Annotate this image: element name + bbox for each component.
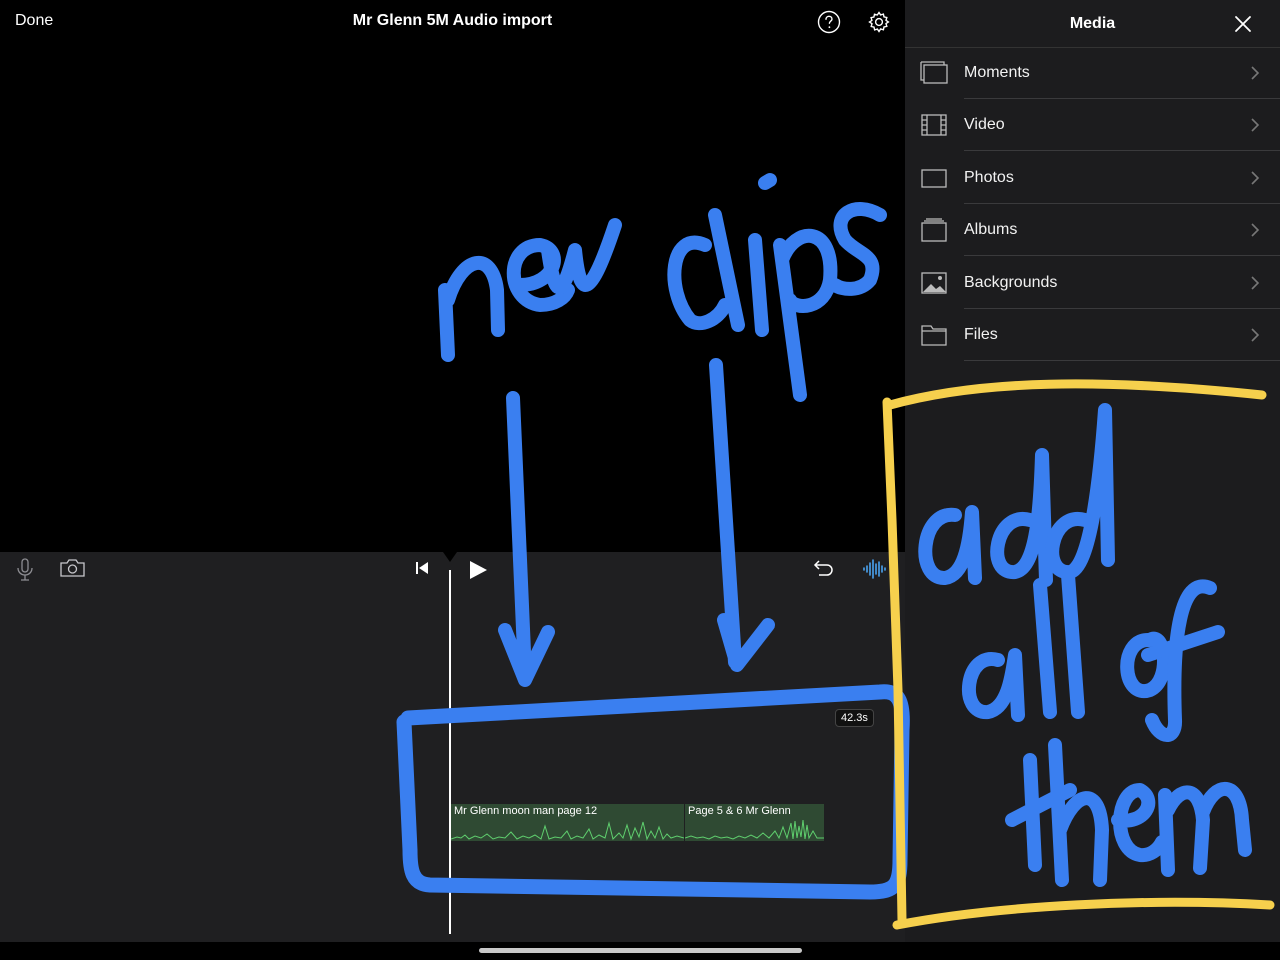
image-icon <box>921 272 947 294</box>
help-icon[interactable] <box>817 10 841 34</box>
home-indicator[interactable] <box>479 948 802 953</box>
media-title: Media <box>1069 15 1116 32</box>
media-item-label: Photos <box>964 169 1014 186</box>
audio-waveform <box>685 819 824 840</box>
clip-label: Page 5 & 6 Mr Glenn <box>688 805 791 817</box>
media-item-backgrounds[interactable]: Backgrounds <box>905 257 1280 309</box>
gear-icon[interactable] <box>867 10 891 34</box>
media-item-label: Albums <box>964 221 1018 238</box>
play-icon[interactable] <box>468 560 488 580</box>
media-item-label: Video <box>964 116 1005 133</box>
moments-icon <box>920 61 948 84</box>
media-item-label: Files <box>964 326 998 343</box>
timeline[interactable]: 42.3s Mr Glenn moon man page 12 Page 5 &… <box>0 552 905 942</box>
video-preview[interactable] <box>0 44 905 552</box>
audio-clip[interactable]: Mr Glenn moon man page 12 <box>451 804 684 841</box>
media-panel: Media Moments Video Photos Albums Backgr… <box>905 0 1280 960</box>
media-item-video[interactable]: Video <box>905 99 1280 151</box>
chevron-right-icon <box>1251 276 1260 290</box>
folder-icon <box>921 325 947 346</box>
media-item-photos[interactable]: Photos <box>905 152 1280 204</box>
media-item-moments[interactable]: Moments <box>905 47 1280 99</box>
microphone-icon[interactable] <box>16 558 34 582</box>
media-item-label: Moments <box>964 64 1030 81</box>
playhead[interactable] <box>449 570 451 934</box>
duration-badge: 42.3s <box>835 709 874 727</box>
undo-icon[interactable] <box>812 559 834 579</box>
close-icon[interactable] <box>1233 14 1253 34</box>
media-item-label: Backgrounds <box>964 274 1058 291</box>
project-title: Mr Glenn 5M Audio import <box>352 12 553 29</box>
chevron-right-icon <box>1251 118 1260 132</box>
camera-icon[interactable] <box>60 558 85 578</box>
chevron-right-icon <box>1251 171 1260 185</box>
clip-label: Mr Glenn moon man page 12 <box>454 805 598 817</box>
film-icon <box>921 114 947 136</box>
top-bar: Done Mr Glenn 5M Audio import <box>0 0 905 44</box>
media-header: Media <box>905 0 1280 48</box>
media-item-files[interactable]: Files <box>905 309 1280 361</box>
chevron-right-icon <box>1251 328 1260 342</box>
skip-to-start-icon[interactable] <box>414 561 430 575</box>
playhead-marker <box>443 552 457 562</box>
audio-waveform <box>451 821 684 841</box>
media-item-albums[interactable]: Albums <box>905 204 1280 256</box>
albums-icon <box>921 218 947 242</box>
chevron-right-icon <box>1251 66 1260 80</box>
waveform-icon[interactable] <box>862 559 886 579</box>
photos-icon <box>921 169 947 188</box>
chevron-right-icon <box>1251 223 1260 237</box>
audio-clip[interactable]: Page 5 & 6 Mr Glenn <box>685 804 824 841</box>
